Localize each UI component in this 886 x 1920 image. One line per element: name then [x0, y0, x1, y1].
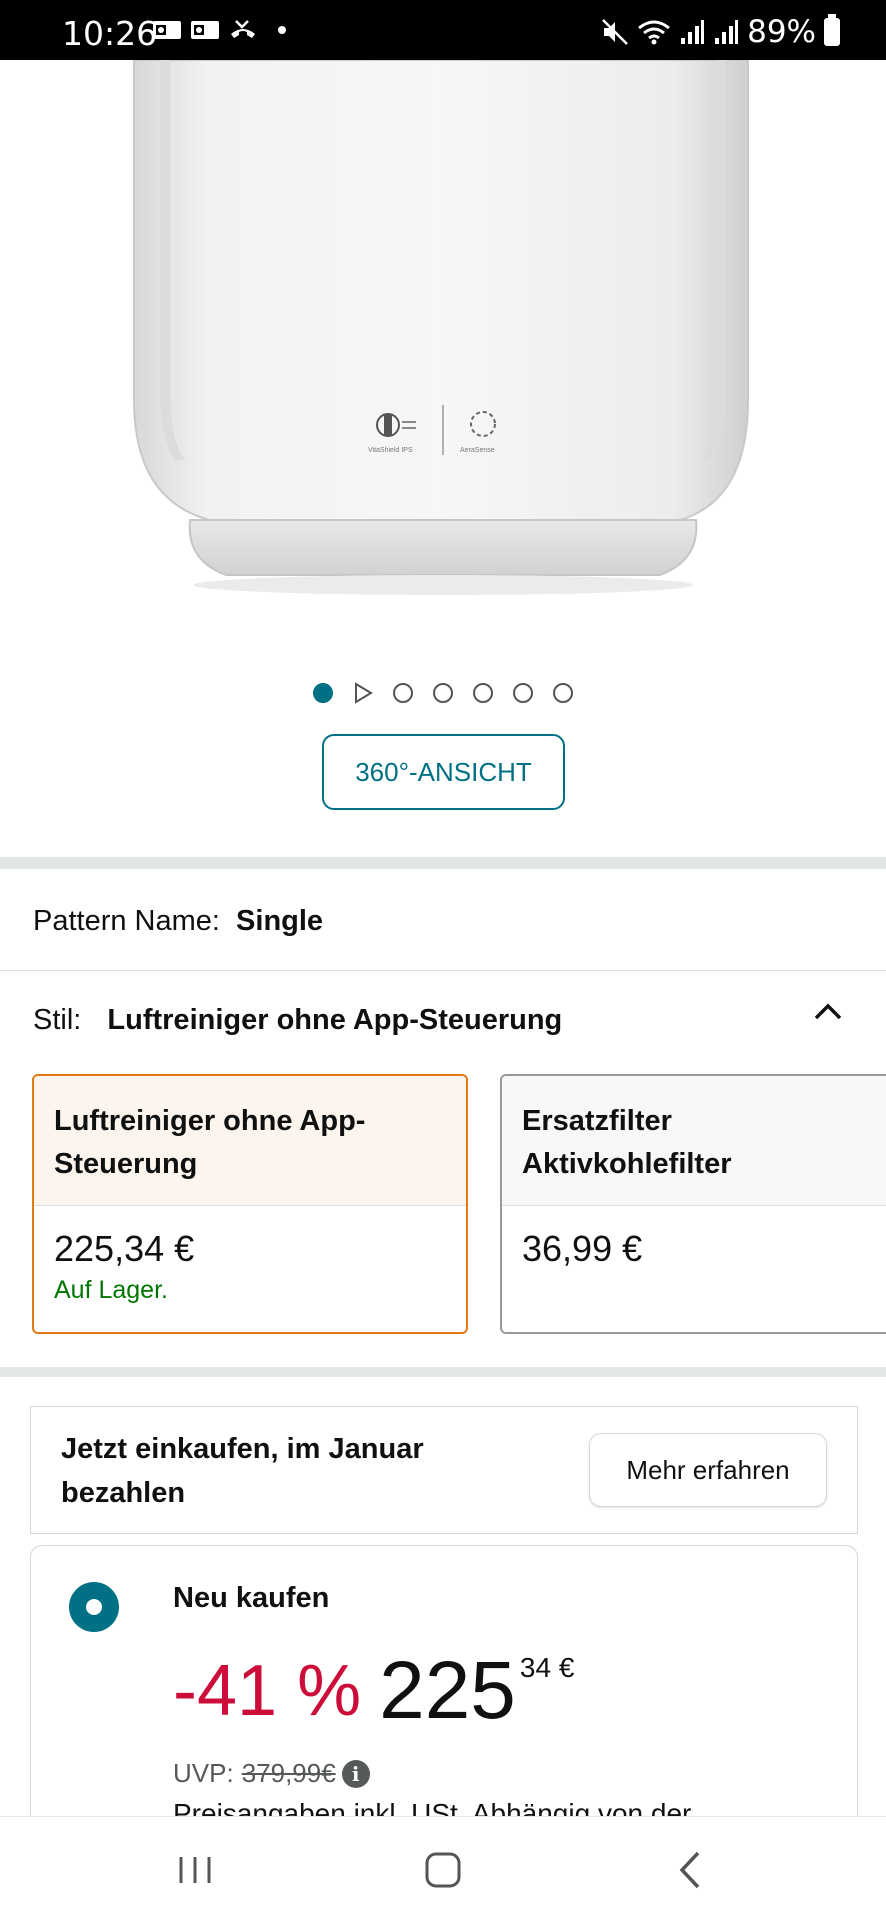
svg-text:AeraSense: AeraSense — [460, 447, 495, 454]
mute-icon — [602, 19, 628, 45]
image-pager — [0, 682, 886, 704]
battery-icon — [824, 14, 840, 46]
pager-dot[interactable] — [553, 683, 573, 703]
pager-dot-active[interactable] — [313, 683, 333, 703]
section-divider — [0, 857, 886, 869]
signal-icon — [681, 20, 705, 44]
pattern-label: Pattern Name: — [33, 905, 220, 937]
buy-new-radio[interactable] — [69, 1582, 119, 1632]
pager-dot[interactable] — [393, 683, 413, 703]
pattern-name-row: Pattern Name: Single — [33, 905, 323, 938]
recent-apps-icon[interactable] — [172, 1847, 218, 1893]
outlook-icon — [153, 21, 181, 39]
product-image[interactable]: VitaShield IPS AeraSense — [0, 59, 886, 650]
pager-dot[interactable] — [513, 683, 533, 703]
more-dot — [278, 26, 286, 34]
pattern-value: Single — [236, 905, 324, 937]
buy-option-label: Neu kaufen — [173, 1582, 330, 1614]
style-row[interactable]: Stil: Luftreiniger ohne App-Steuerung — [33, 1004, 562, 1037]
status-time: 10:26 — [62, 14, 158, 53]
uvp-row: UVP: 379,99€ i — [173, 1758, 370, 1789]
option-stock: Auf Lager. — [54, 1276, 168, 1304]
battery-percent: 89% — [747, 14, 816, 50]
status-bar: 10:26 89% — [0, 0, 886, 60]
back-icon[interactable] — [668, 1847, 714, 1893]
style-value: Luftreiniger ohne App-Steuerung — [107, 1004, 563, 1036]
style-option-card[interactable]: Ersatzfilter Aktivkohlefilter 36,99 € — [500, 1074, 886, 1334]
discount-percent: -41 % — [173, 1651, 362, 1731]
wifi-icon — [638, 20, 671, 45]
chevron-up-icon[interactable] — [812, 996, 844, 1028]
option-title: Ersatzfilter Aktivkohlefilter — [502, 1076, 886, 1206]
option-price: 225,34 € — [54, 1228, 195, 1269]
info-icon[interactable]: i — [341, 1759, 370, 1788]
pager-dot[interactable] — [473, 683, 493, 703]
section-divider — [0, 1367, 886, 1377]
price-whole: 225 — [379, 1645, 516, 1736]
uvp-label: UVP: — [173, 1758, 234, 1788]
air-purifier-image: VitaShield IPS AeraSense — [133, 59, 749, 595]
system-icons: 89% — [601, 14, 840, 50]
row-divider — [0, 970, 886, 971]
option-price: 36,99 € — [522, 1228, 643, 1269]
price-cents: 34 € — [519, 1652, 575, 1683]
outlook-icon — [191, 21, 219, 39]
uvp-value: 379,99€ — [241, 1758, 336, 1788]
system-nav-bar — [0, 1816, 886, 1920]
style-option-card-selected[interactable]: Luftreiniger ohne App-Steuerung 225,34 €… — [32, 1074, 468, 1334]
style-label: Stil: — [33, 1004, 82, 1036]
svg-text:VitaShield IPS: VitaShield IPS — [368, 447, 413, 454]
signal-icon — [715, 20, 739, 44]
video-play-icon[interactable] — [353, 682, 373, 704]
learn-more-button[interactable]: Mehr erfahren — [589, 1433, 827, 1507]
view-360-button[interactable]: 360°-ANSICHT — [322, 734, 565, 810]
price-line: -41 % 225 34 € — [173, 1646, 574, 1736]
promo-text: Jetzt einkaufen, im Januar bezahlen — [61, 1433, 424, 1509]
pager-dot[interactable] — [433, 683, 453, 703]
missed-call-icon — [231, 20, 255, 38]
option-title: Luftreiniger ohne App-Steuerung — [34, 1076, 466, 1206]
pay-later-promo: Jetzt einkaufen, im Januar bezahlen Mehr… — [30, 1406, 858, 1534]
home-icon[interactable] — [420, 1847, 466, 1893]
notification-icons — [152, 18, 286, 42]
